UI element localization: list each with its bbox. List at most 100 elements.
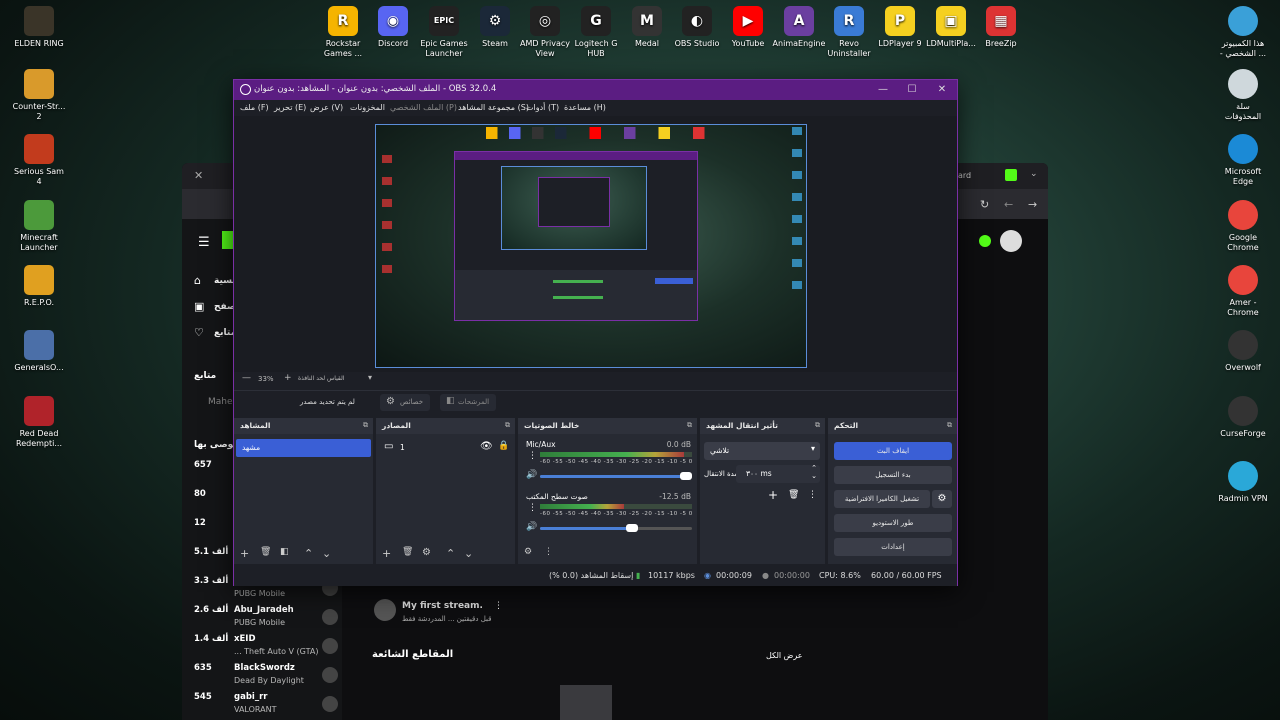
duration-input[interactable]: ٣٠٠ ms ⌃ ⌄ [736,464,820,483]
view-all-link[interactable]: عرض الكل [766,651,803,660]
minimize-icon[interactable]: — [876,83,890,97]
discord-icon: ◉ [378,6,408,36]
eye-icon[interactable]: 👁 [480,441,493,452]
zoom-out-icon[interactable]: — [242,373,251,383]
stop-streaming-button[interactable]: ايقاف البث [834,442,952,460]
zoom-dropdown-icon[interactable]: ▾ [368,373,372,382]
volume-knob[interactable] [626,524,638,532]
desktop-shortcut[interactable]: Serious Sam 4 [3,134,75,187]
menu-profile[interactable]: الملف الشخصي (P) [390,103,457,112]
studio-mode-button[interactable]: طور الاستوديو [834,514,952,532]
virtual-camera-button[interactable]: تشغيل الكاميرا الافتراضية [834,490,930,508]
speaker-icon[interactable]: 🔊 [526,470,537,480]
home-icon[interactable]: ⌂ [194,274,201,287]
preview-canvas[interactable] [375,124,807,368]
more-icon[interactable]: ⋮ [494,601,503,611]
desktop-shortcut[interactable]: CurseForge [1207,396,1279,439]
advanced-audio-icon[interactable]: ⚙ [524,547,532,557]
desktop-shortcut[interactable]: هذا الكمبيوتر - الشخصي ... [1207,6,1279,59]
kick-tab-icon[interactable] [1005,169,1017,181]
settings-button[interactable]: إعدادات [834,538,952,556]
move-up-icon[interactable]: ⌃ [304,547,313,560]
mixer-menu-icon[interactable]: ⋮ [544,547,553,557]
preview-area[interactable] [234,116,957,372]
stepper-up-icon[interactable]: ⌃ [811,464,817,472]
scene-filters-icon[interactable]: ◧ [280,547,289,557]
add-source-icon[interactable]: + [382,547,391,560]
desktop-shortcut[interactable]: Minecraft Launcher [3,200,75,253]
channel-maheer[interactable]: Mahe [208,397,233,407]
menu-view[interactable]: عرض (V) [310,103,343,112]
channel-list-item[interactable]: 2.6 ألف Abu_Jaradeh PUBG Mobile [182,605,342,633]
zoom-level[interactable]: 33% [258,375,274,383]
start-recording-button[interactable]: بدء التسجيل [834,466,952,484]
chevron-down-icon[interactable]: ⌄ [1030,169,1038,179]
add-transition-icon[interactable]: + [768,488,778,502]
browse-icon[interactable]: ▣ [194,300,204,313]
desktop-shortcut[interactable]: Microsoft Edge [1207,134,1279,187]
undock-icon[interactable]: ⧉ [505,421,510,430]
forward-icon[interactable]: → [1028,198,1037,211]
channel-list-item[interactable]: 635 BlackSwordz Dead By Daylight [182,663,342,691]
desktop-shortcut[interactable]: R.E.P.O. [3,265,75,308]
dropped-frames: إسقاط المشاهد (0.0 %) [549,571,634,580]
desktop-shortcut[interactable]: ▦ BreeZip [971,6,1031,49]
channel-list-item[interactable]: 1.4 ألف xEID ... Theft Auto V (GTA) [182,634,342,662]
obs-titlebar[interactable]: الملف الشخصي: بدون عنوان - المشاهد: بدون… [234,80,957,100]
avatar[interactable] [1000,230,1022,252]
transition-select[interactable]: تلاشي ▾ [704,442,820,460]
move-up-icon[interactable]: ⌃ [446,547,455,560]
source-item[interactable]: ▭ 1 👁 🔒 [378,439,513,457]
scene-item[interactable]: مشهد [236,439,371,457]
close-icon[interactable]: ✕ [194,169,203,182]
zoom-mode[interactable]: القياس لحد النافذة [298,375,344,382]
remove-source-icon[interactable]: 🗑 [402,547,413,557]
menu-tools[interactable]: أدوات (T) [526,103,559,112]
undock-icon[interactable]: ⧉ [947,421,952,430]
desktop-shortcut[interactable]: Google Chrome [1207,200,1279,253]
heart-icon[interactable]: ♡ [194,326,204,339]
desktop-shortcut[interactable]: ELDEN RING [3,6,75,49]
undock-icon[interactable]: ⧉ [363,421,368,430]
menu-help[interactable]: مساعدة (H) [564,103,606,112]
remove-transition-icon[interactable]: 🗑 [788,490,799,500]
maximize-icon[interactable]: ☐ [905,83,919,97]
desktop-shortcut[interactable]: Amer - Chrome [1207,265,1279,318]
undock-icon[interactable]: ⧉ [815,421,820,430]
desktop-shortcut[interactable]: Radmin VPN [1207,461,1279,504]
volume-knob[interactable] [680,472,692,480]
stepper-down-icon[interactable]: ⌄ [811,472,817,480]
desktop-shortcut[interactable]: Red Dead Redempti... [3,396,75,449]
undock-icon[interactable]: ⧉ [687,421,692,430]
add-scene-icon[interactable]: + [240,547,249,560]
transition-menu-icon[interactable]: ⋮ [808,490,817,500]
back-icon[interactable]: ← [1004,198,1013,211]
close-icon[interactable]: ✕ [935,83,949,97]
tab-fragment[interactable]: ard [958,171,971,180]
channel-menu-icon[interactable]: ⋮ [528,451,537,461]
menu-edit[interactable]: تحرير (E) [274,103,306,112]
move-down-icon[interactable]: ⌄ [464,547,473,560]
menu-docks[interactable]: المخزونات [350,103,385,112]
desktop-shortcut[interactable]: Overwolf [1207,330,1279,373]
menu-scene-collection[interactable]: مجموعة المشاهد (S) [458,103,529,112]
desktop-shortcut[interactable]: سلة المحذوفات [1207,69,1279,122]
source-settings-icon[interactable]: ⚙ [422,547,431,558]
menu-icon[interactable]: ☰ [198,235,210,250]
mixer-title: خالط الصوتيات [524,421,580,430]
menu-file[interactable]: ملف (F) [240,103,269,112]
move-down-icon[interactable]: ⌄ [322,547,331,560]
desktop-shortcut[interactable]: Counter-Str... 2 [3,69,75,122]
zoom-in-icon[interactable]: + [284,373,292,383]
lock-icon[interactable]: 🔒 [498,441,509,451]
channel-menu-icon[interactable]: ⋮ [528,503,537,513]
stream-title[interactable]: My first stream. [402,601,483,611]
virtual-camera-settings-icon[interactable]: ⚙ [932,490,952,508]
desktop-shortcut[interactable]: GeneralsO... [3,330,75,373]
speaker-icon[interactable]: 🔊 [526,522,537,532]
obs-window[interactable]: الملف الشخصي: بدون عنوان - المشاهد: بدون… [233,79,958,586]
stream-avatar[interactable] [374,599,396,621]
remove-scene-icon[interactable]: 🗑 [260,547,271,557]
channel-list-item[interactable]: 545 gabi_rr VALORANT [182,692,342,720]
reload-icon[interactable]: ↻ [980,198,989,211]
